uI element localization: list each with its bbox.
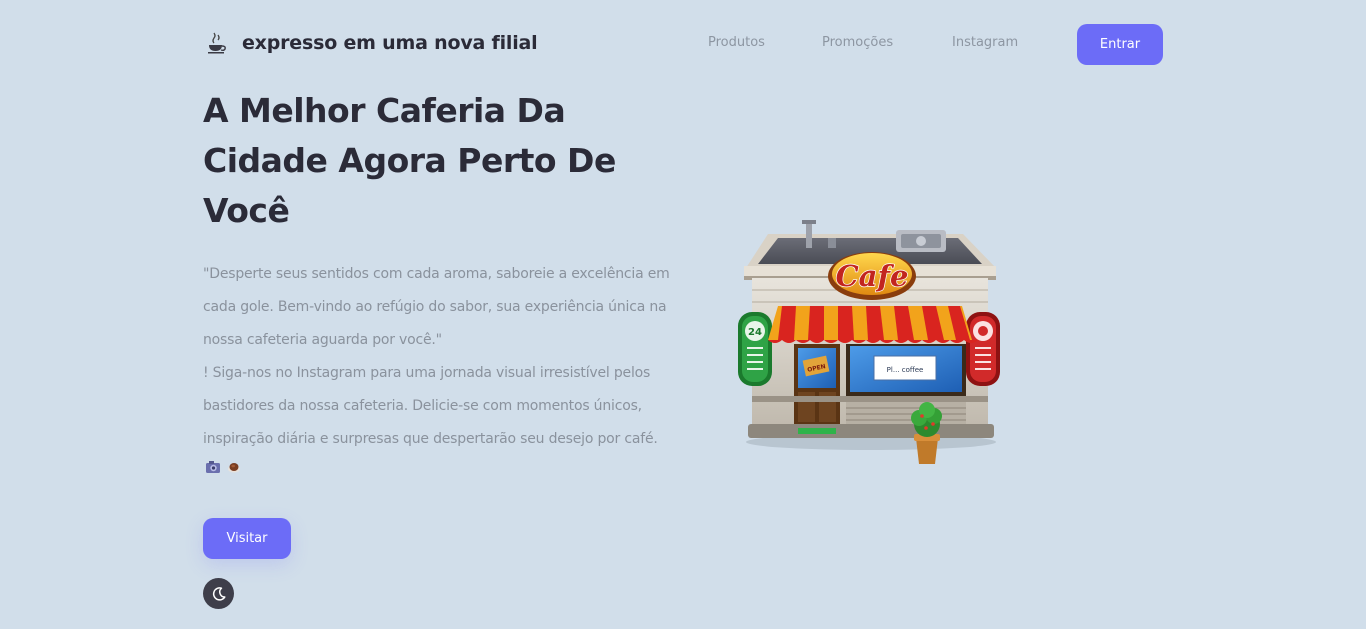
hero-title: A Melhor Caferia Da Cidade Agora Perto D…: [203, 91, 616, 230]
coffee-icon: [228, 463, 240, 473]
cafe-sign-text: Cafe: [836, 259, 909, 293]
hero-description: "Desperte seus sentidos com cada aroma, …: [203, 258, 685, 456]
badge-24-text: 24: [748, 327, 762, 338]
emoji-row: [205, 460, 241, 474]
cafe-storefront-illustration: Cafe 24 OPEN Pl... coffee: [738, 220, 1000, 464]
visit-button[interactable]: Visitar: [203, 518, 291, 559]
hero-description-instagram: ! Siga-nos no Instagram para uma jornada…: [203, 365, 658, 447]
nav-instagram[interactable]: Instagram: [952, 35, 1018, 50]
nav-promocoes[interactable]: Promoções: [822, 35, 893, 50]
login-button[interactable]: Entrar: [1077, 24, 1163, 65]
moon-icon: [212, 586, 226, 601]
coffee-cup-icon: [208, 32, 226, 54]
hero-description-quote: "Desperte seus sentidos com cada aroma, …: [203, 266, 670, 348]
brand-name: expresso em uma nova filial: [242, 32, 538, 54]
nav-produtos[interactable]: Produtos: [708, 35, 765, 50]
window-sign-text: Pl... coffee: [887, 366, 924, 374]
brand-logo[interactable]: expresso em uma nova filial: [206, 28, 538, 58]
camera-icon: [206, 461, 220, 473]
theme-toggle[interactable]: [203, 578, 234, 609]
page: expresso em uma nova filial Produtos Pro…: [0, 0, 1366, 629]
